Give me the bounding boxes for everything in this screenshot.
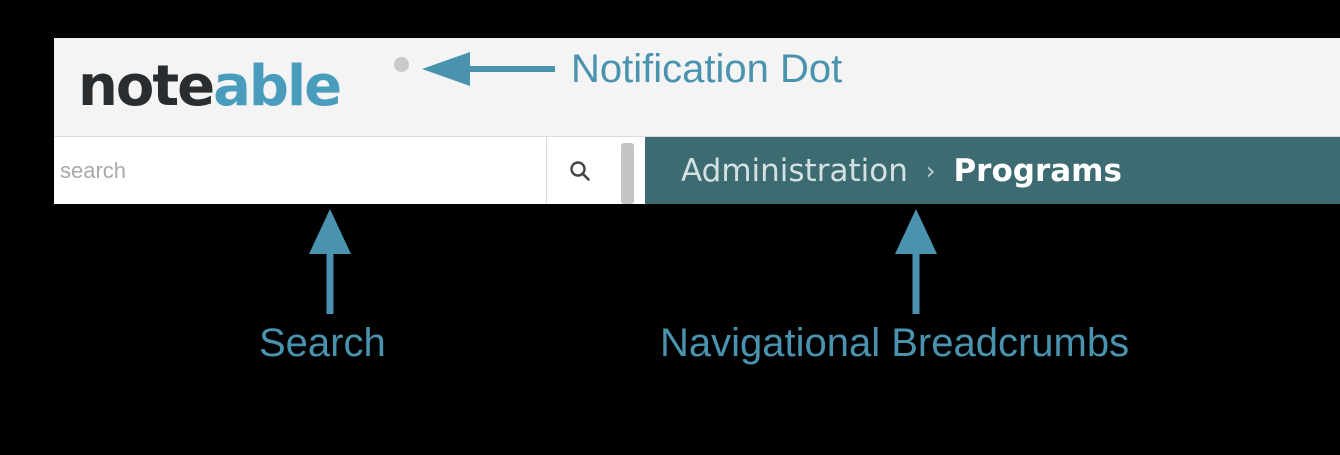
notification-arrow-head xyxy=(422,52,470,86)
stage: noteable Administration › Programs xyxy=(0,0,1340,455)
search-arrow-head xyxy=(309,209,351,254)
breadcrumb-arrow-head xyxy=(895,209,937,254)
annotation-notification-dot: Notification Dot xyxy=(571,47,843,91)
annotation-breadcrumbs: Navigational Breadcrumbs xyxy=(660,321,1130,365)
annotation-search: Search xyxy=(259,321,386,365)
